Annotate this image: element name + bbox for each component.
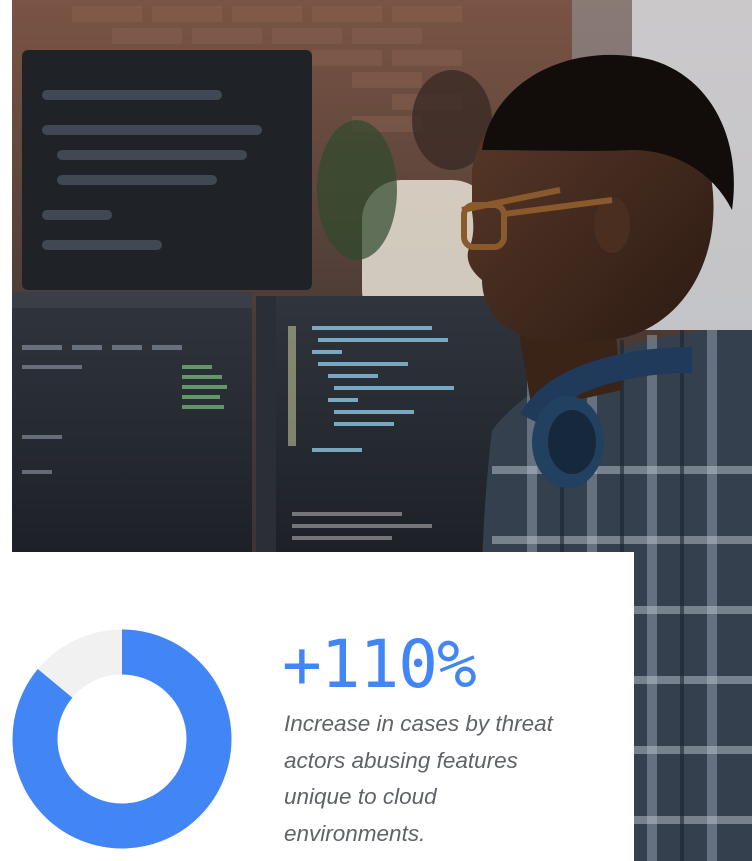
donut-chart [12, 629, 232, 849]
page: +110% Increase in cases by threat actors… [0, 0, 752, 861]
stat-value: +110% [282, 626, 477, 703]
stat-caption: Increase in cases by threat actors abusi… [284, 711, 553, 846]
